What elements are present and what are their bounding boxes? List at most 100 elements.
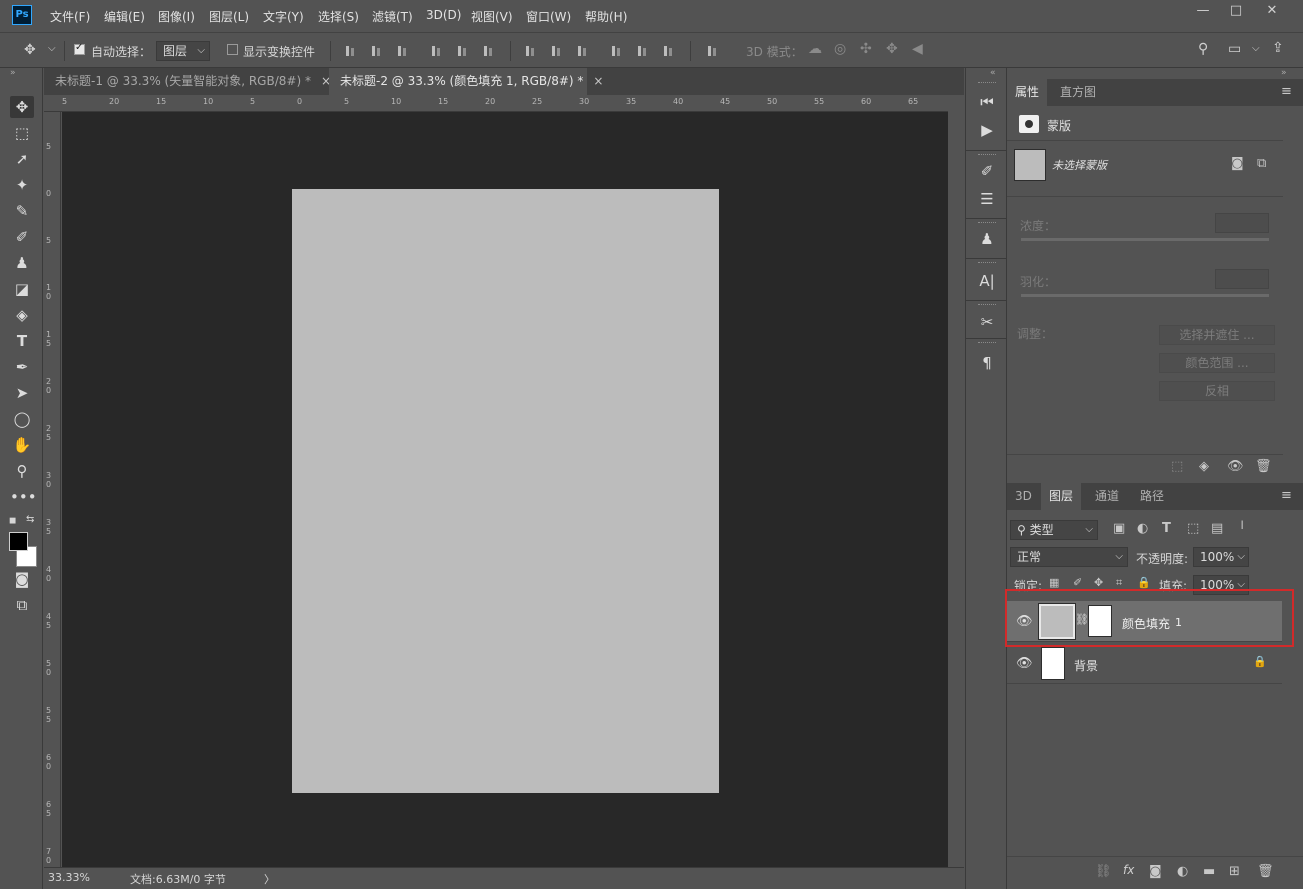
blend-mode-dropdown[interactable]: 正常 ⌵	[1010, 547, 1128, 567]
character-icon[interactable]: A|	[976, 270, 998, 292]
collapse-toolbar-icon[interactable]: »	[10, 68, 16, 78]
align-left-icon[interactable]	[430, 44, 444, 58]
lock-position-icon[interactable]: ✥	[1094, 576, 1103, 589]
paragraph-icon[interactable]: ¶	[976, 352, 998, 374]
trash-icon[interactable]: 🗑	[1257, 864, 1274, 879]
document-page[interactable]	[292, 189, 719, 793]
distribute-vertical-center-icon[interactable]	[550, 44, 564, 58]
swap-colors-icon[interactable]: ⇆	[26, 514, 34, 525]
tab-document-1[interactable]: 未标题-1 @ 33.3% (矢量智能对象, RGB/8#) * ×	[44, 68, 331, 95]
brush-settings-icon[interactable]: ✐	[976, 160, 998, 182]
lock-all-icon[interactable]: 🔒	[1137, 576, 1151, 589]
menu-help[interactable]: 帮助(H)	[585, 8, 627, 25]
search-icon[interactable]: ⚲	[1198, 41, 1208, 57]
paint-bucket-tool-icon[interactable]: ◈	[10, 304, 34, 326]
distribute-right-icon[interactable]	[662, 44, 676, 58]
add-pixel-mask-icon[interactable]: ◙	[1231, 156, 1244, 171]
filter-pixel-icon[interactable]: ▣	[1113, 521, 1125, 536]
stamp-tool-icon[interactable]: ♟	[10, 252, 34, 274]
status-menu-arrow[interactable]: 〉	[264, 871, 275, 887]
distribute-top-icon[interactable]	[524, 44, 538, 58]
maximize-button[interactable]: □	[1219, 0, 1253, 22]
toggle-mask-visibility-icon[interactable]: 👁	[1227, 459, 1244, 474]
menu-window[interactable]: 窗口(W)	[526, 8, 571, 25]
panel-menu-icon[interactable]: ≡	[1281, 488, 1292, 503]
panel-menu-icon[interactable]: ≡	[1281, 84, 1292, 99]
lock-image-icon[interactable]: ✐	[1073, 576, 1082, 589]
path-selection-tool-icon[interactable]: ➤	[10, 382, 34, 404]
new-layer-icon[interactable]: ⊞	[1229, 864, 1240, 879]
brush-tool-icon[interactable]: ✐	[10, 226, 34, 248]
move-tool-icon[interactable]: ✥	[24, 42, 36, 58]
ellipse-tool-icon[interactable]: ◯	[10, 408, 34, 430]
delete-mask-icon[interactable]: 🗑	[1255, 459, 1272, 474]
pen-tool-icon[interactable]: ✒	[10, 356, 34, 378]
tab-properties[interactable]: 属性	[1007, 79, 1048, 106]
marquee-tool-icon[interactable]: ⬚	[10, 122, 34, 144]
menu-image[interactable]: 图像(I)	[158, 8, 195, 25]
visibility-eye-icon[interactable]: 👁	[1016, 656, 1033, 671]
align-horizontal-center-icon[interactable]	[456, 44, 470, 58]
tab-3d[interactable]: 3D	[1007, 483, 1040, 510]
mask-icon[interactable]: ◙	[1149, 864, 1162, 879]
adjustment-icon[interactable]: ◐	[1177, 864, 1188, 879]
zoom-tool-icon[interactable]: ⚲	[10, 460, 34, 482]
menu-select[interactable]: 选择(S)	[318, 8, 359, 25]
close-button[interactable]: ✕	[1255, 0, 1289, 22]
tab-paths[interactable]: 路径	[1132, 483, 1172, 510]
clone-source-icon[interactable]: ♟	[976, 228, 998, 250]
tab-close-icon[interactable]: ×	[593, 74, 603, 88]
default-colors-icon[interactable]: ◼	[9, 516, 16, 526]
hand-tool-icon[interactable]: ✋	[10, 434, 34, 456]
filter-smart-object-icon[interactable]: ▤	[1211, 521, 1223, 536]
layer-filter-dropdown[interactable]: ⚲ 类型 ⌵	[1010, 520, 1098, 540]
folder-icon[interactable]: ▬	[1203, 864, 1215, 879]
share-icon[interactable]: ⇪	[1272, 40, 1284, 56]
quick-mask-icon[interactable]: ◙	[10, 568, 34, 590]
menu-filter[interactable]: 滤镜(T)	[372, 8, 413, 25]
add-vector-mask-icon[interactable]: ⧉	[1257, 156, 1266, 171]
actions-icon[interactable]: ▶	[976, 119, 998, 141]
zoom-level[interactable]: 33.33%	[48, 871, 90, 884]
lasso-tool-icon[interactable]: ➚	[10, 148, 34, 170]
minimize-button[interactable]: —	[1186, 0, 1220, 22]
screen-mode-icon[interactable]: ⧉	[10, 594, 34, 616]
tab-document-2[interactable]: 未标题-2 @ 33.3% (颜色填充 1, RGB/8#) * ×	[329, 68, 603, 95]
collapse-dock-icon[interactable]: «	[990, 68, 996, 78]
tab-layers[interactable]: 图层	[1041, 483, 1082, 510]
eyedropper-tool-icon[interactable]: ✎	[10, 200, 34, 222]
fx-icon[interactable]: fx	[1123, 863, 1134, 877]
auto-select-checkbox[interactable]	[74, 42, 85, 55]
align-top-icon[interactable]	[344, 44, 358, 58]
lock-transparent-icon[interactable]: ▦	[1049, 576, 1059, 589]
move-tool-icon[interactable]: ✥	[10, 96, 34, 118]
align-vertical-center-icon[interactable]	[370, 44, 384, 58]
tool-preset-chevron-icon[interactable]: ⌵	[48, 43, 56, 54]
collapse-panels-icon[interactable]: »	[1281, 68, 1287, 78]
menu-3d[interactable]: 3D(D)	[426, 8, 461, 22]
menu-view[interactable]: 视图(V)	[471, 8, 513, 25]
menu-layer[interactable]: 图层(L)	[209, 8, 249, 25]
lock-artboard-icon[interactable]: ⌗	[1116, 576, 1122, 590]
adjustments-icon[interactable]: ☰	[976, 188, 998, 210]
type-tool-icon[interactable]: T	[10, 330, 34, 352]
menu-file[interactable]: 文件(F)	[50, 8, 90, 25]
align-right-icon[interactable]	[482, 44, 496, 58]
auto-align-icon[interactable]	[706, 44, 720, 58]
show-transform-checkbox[interactable]	[227, 44, 238, 55]
apply-mask-icon[interactable]: ◈	[1199, 459, 1209, 474]
workspace-icon[interactable]: ▭	[1228, 41, 1241, 57]
workspace-chevron-icon[interactable]: ⌵	[1252, 43, 1260, 54]
filter-toggle-icon[interactable]: ⏽	[1237, 518, 1247, 533]
magic-wand-tool-icon[interactable]: ✦	[10, 174, 34, 196]
more-tools-icon[interactable]: •••	[10, 486, 37, 508]
tab-channels[interactable]: 通道	[1087, 483, 1127, 510]
menu-type[interactable]: 文字(Y)	[263, 8, 304, 25]
foreground-color-swatch[interactable]	[9, 532, 28, 551]
distribute-left-icon[interactable]	[610, 44, 624, 58]
eraser-tool-icon[interactable]: ◪	[10, 278, 34, 300]
filter-adjustment-icon[interactable]: ◐	[1137, 521, 1148, 536]
tab-histogram[interactable]: 直方图	[1052, 79, 1104, 106]
layer-row-background[interactable]: 👁 背景 🔒	[1007, 643, 1282, 684]
filter-type-icon[interactable]: T	[1162, 521, 1171, 536]
